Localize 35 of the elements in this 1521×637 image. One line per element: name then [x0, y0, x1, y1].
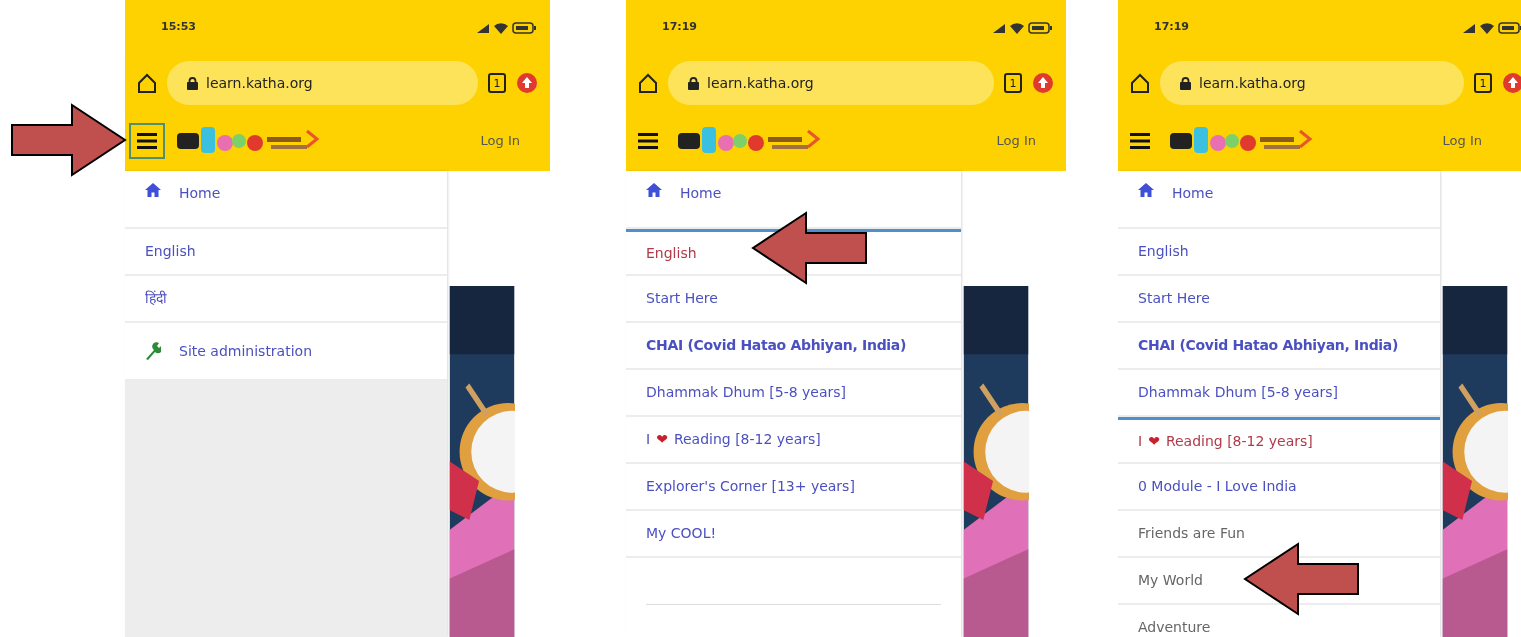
menu-item[interactable]: English: [1118, 229, 1440, 276]
menu-item[interactable]: 0 Module - I Love India: [1118, 464, 1440, 511]
menu-item[interactable]: हिंदी: [125, 276, 447, 323]
menu-item[interactable]: English: [125, 229, 447, 276]
status-time: 15:53: [161, 19, 196, 36]
url-text: learn.katha.org: [206, 73, 313, 93]
status-time: 17:19: [1154, 19, 1189, 36]
menu-item[interactable]: Home: [1118, 171, 1440, 229]
tab-count-button[interactable]: 1: [1004, 73, 1022, 93]
login-link[interactable]: Log In: [1442, 131, 1482, 151]
tab-count-button[interactable]: 1: [1474, 73, 1492, 93]
menu-item[interactable]: My COOL!: [626, 511, 961, 558]
login-link[interactable]: Log In: [480, 131, 520, 151]
menu-item[interactable]: I ❤ Reading [8-12 years]: [626, 417, 961, 464]
menu-item[interactable]: Dhammak Dhum [5-8 years]: [626, 370, 961, 417]
menu-item[interactable]: I ❤ Reading [8-12 years]: [1118, 417, 1440, 464]
menu-item[interactable]: CHAI (Covid Hatao Abhiyan, India): [1118, 323, 1440, 370]
login-link[interactable]: Log In: [996, 131, 1036, 151]
menu-item[interactable]: Friends are Fun: [1118, 511, 1440, 558]
menu-item[interactable]: Home: [125, 171, 447, 229]
menu-item[interactable]: Explorer's Corner [13+ years]: [626, 464, 961, 511]
url-text: learn.katha.org: [707, 73, 814, 93]
address-bar[interactable]: learn.katha.org: [167, 61, 478, 105]
tab-count-button[interactable]: 1: [488, 73, 506, 93]
menu-item[interactable]: CHAI (Covid Hatao Abhiyan, India): [626, 323, 961, 370]
menu-item[interactable]: Start Here: [1118, 276, 1440, 323]
url-text: learn.katha.org: [1199, 73, 1306, 93]
menu-item[interactable]: Start Here: [626, 276, 961, 323]
address-bar[interactable]: learn.katha.org: [668, 61, 994, 105]
menu-item[interactable]: Dhammak Dhum [5-8 years]: [1118, 370, 1440, 417]
address-bar[interactable]: learn.katha.org: [1160, 61, 1464, 105]
menu-item[interactable]: Adventure: [1118, 605, 1440, 637]
menu-item[interactable]: Home: [626, 171, 961, 229]
status-time: 17:19: [662, 19, 697, 36]
menu-item[interactable]: Site administration: [125, 323, 447, 381]
